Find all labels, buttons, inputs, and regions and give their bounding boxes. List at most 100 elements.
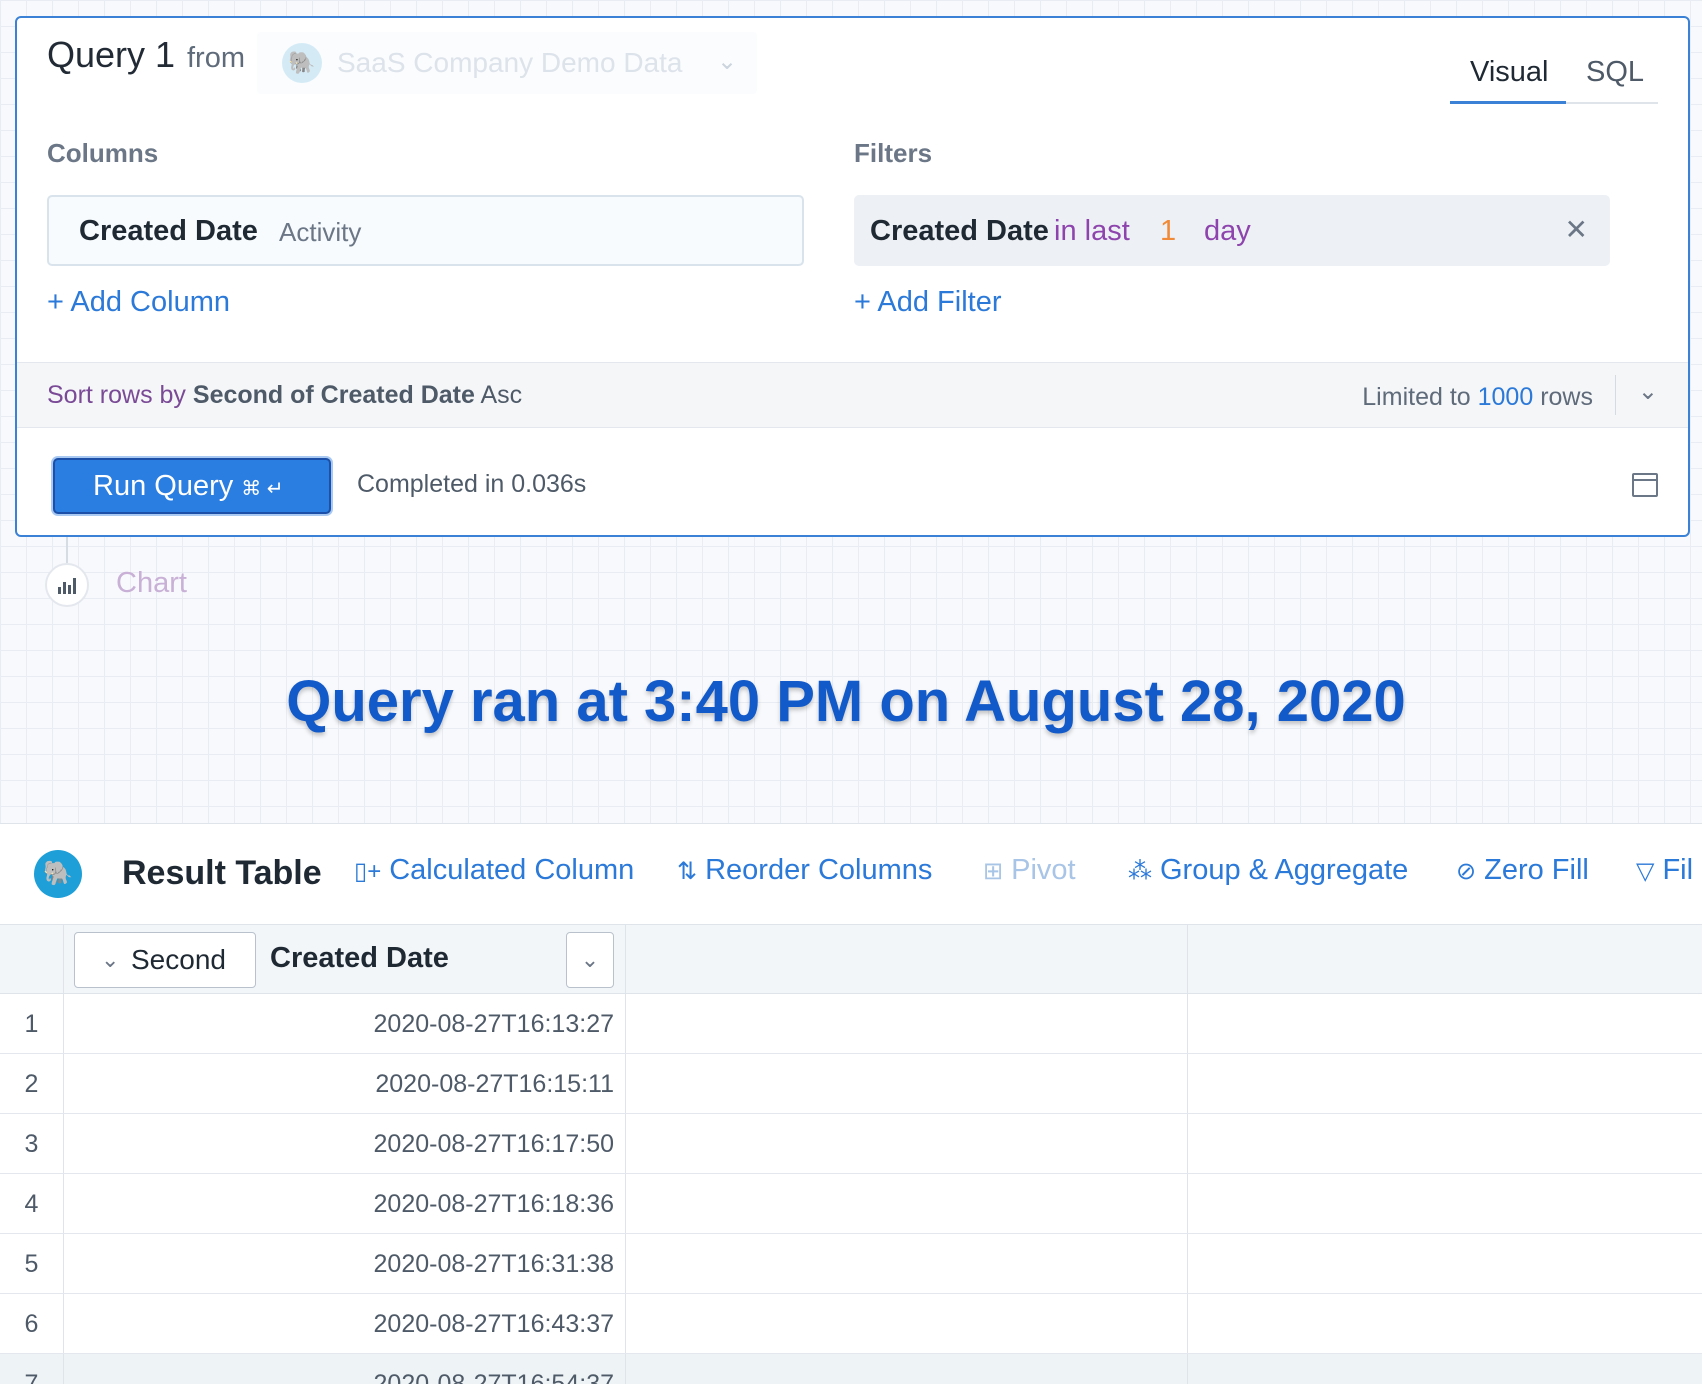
column-divider (625, 1114, 626, 1173)
limit-value: 1000 (1477, 383, 1534, 411)
table-row[interactable]: 2 2020-08-27T16:15:11 (0, 1054, 1702, 1114)
add-filter-button[interactable]: + Add Filter (854, 286, 1002, 319)
limit-suffix: rows (1540, 383, 1593, 411)
result-panel: 🐘 Result Table ▯+ Calculated Column ⇅ Reor… (0, 823, 1702, 1384)
row-number: 5 (24, 1250, 39, 1278)
sort-direction: Asc (480, 381, 523, 409)
chevron-down-icon[interactable]: ⌄ (1638, 377, 1658, 406)
chevron-down-icon: ⌄ (580, 947, 600, 972)
divider (1615, 375, 1616, 415)
filter-value[interactable]: 1 (1160, 215, 1176, 248)
cell-value: 2020-08-27T16:31:38 (373, 1250, 614, 1278)
chevron-down-icon: ⌄ (717, 48, 738, 75)
sort-bar: Sort rows by Second of Created Date Asc … (17, 362, 1688, 428)
table-row[interactable]: 3 2020-08-27T16:17:50 (0, 1114, 1702, 1174)
calculated-column-label: Calculated Column (389, 854, 635, 886)
run-status: Completed in 0.036s (357, 470, 587, 498)
datasource-select[interactable]: 🐘 SaaS Company Demo Data ⌄ (257, 32, 757, 94)
table-row[interactable]: 6 2020-08-27T16:43:37 (0, 1294, 1702, 1354)
columns-heading: Columns (47, 138, 159, 168)
column-divider (625, 1294, 626, 1353)
calculated-column-button[interactable]: ▯+ Calculated Column (354, 854, 634, 887)
filters-heading: Filters (854, 138, 933, 168)
column-divider (1187, 1234, 1188, 1293)
column-name: Created Date (79, 215, 258, 247)
row-number: 4 (24, 1190, 39, 1218)
row-number: 7 (24, 1370, 39, 1384)
time-group-label: Second (131, 944, 226, 975)
column-divider (1187, 1354, 1188, 1384)
filter-operator[interactable]: in last (1054, 215, 1130, 248)
table-row[interactable]: 1 2020-08-27T16:13:27 (0, 994, 1702, 1054)
table-row[interactable]: 7 2020-08-27T16:54:37 (0, 1354, 1702, 1384)
cell-value: 2020-08-27T16:18:36 (373, 1190, 614, 1218)
datasource-label: SaaS Company Demo Data (337, 47, 683, 78)
cell-value: 2020-08-27T16:54:37 (373, 1370, 614, 1384)
panel-toggle-icon[interactable] (1632, 473, 1658, 497)
tab-sql[interactable]: SQL (1586, 56, 1644, 89)
filter-button[interactable]: ▽ Fil (1636, 854, 1693, 887)
sort-prefix: Sort rows by (47, 381, 186, 409)
column-divider (1187, 1174, 1188, 1233)
query-card: Query 1 from 🐘 SaaS Company Demo Data ⌄ … (15, 16, 1690, 537)
chevron-down-icon: ⌄ (101, 947, 120, 972)
pivot-button[interactable]: ⊞ Pivot (983, 854, 1076, 887)
elephant-icon: 🐘 (282, 43, 322, 83)
column-divider (63, 925, 64, 993)
filter-chip[interactable]: Created Date in last 1 day ✕ (854, 195, 1610, 266)
column-chip[interactable]: Created Date Activity (47, 195, 804, 266)
table-row[interactable]: 4 2020-08-27T16:18:36 (0, 1174, 1702, 1234)
result-grid: ⌄ Second Created Date ⌄ 1 2020-08-27T16:… (0, 924, 1702, 1384)
pivot-icon: ⊞ (983, 858, 1004, 885)
column-divider (625, 994, 626, 1053)
add-column-button[interactable]: + Add Column (47, 286, 230, 319)
cell-value: 2020-08-27T16:13:27 (373, 1010, 614, 1038)
query-header: Query 1 from 🐘 SaaS Company Demo Data ⌄ … (17, 18, 1688, 118)
query-mode-tabs: Visual SQL (1450, 42, 1658, 104)
filter-icon: ▽ (1636, 858, 1655, 885)
keyboard-shortcut: ⌘ ↵ (241, 478, 284, 500)
result-title: Result Table (122, 854, 322, 892)
column-header: Created Date (270, 942, 449, 974)
column-divider (625, 1174, 626, 1233)
close-icon[interactable]: ✕ (1565, 213, 1588, 246)
result-toolbar: 🐘 Result Table ▯+ Calculated Column ⇅ Reor… (0, 824, 1702, 924)
reorder-columns-icon: ⇅ (677, 858, 698, 885)
table-row[interactable]: 5 2020-08-27T16:31:38 (0, 1234, 1702, 1294)
column-table: Activity (279, 217, 362, 247)
reorder-columns-label: Reorder Columns (705, 854, 933, 886)
pipeline-connector (66, 537, 68, 565)
row-number: 2 (24, 1070, 39, 1098)
grid-header-row: ⌄ Second Created Date ⌄ (0, 924, 1702, 994)
filter-field: Created Date (870, 215, 1049, 247)
zero-fill-button[interactable]: ⊘ Zero Fill (1456, 854, 1589, 887)
cell-value: 2020-08-27T16:15:11 (375, 1070, 614, 1098)
column-divider (1187, 994, 1188, 1053)
sort-description[interactable]: Sort rows by Second of Created Date Asc (47, 381, 522, 410)
cell-value: 2020-08-27T16:43:37 (373, 1310, 614, 1338)
calculated-column-icon: ▯+ (354, 858, 382, 885)
reorder-columns-button[interactable]: ⇅ Reorder Columns (677, 854, 932, 887)
group-aggregate-icon: ⁂ (1128, 858, 1152, 885)
column-divider (625, 1354, 626, 1384)
group-aggregate-button[interactable]: ⁂ Group & Aggregate (1128, 854, 1408, 887)
cell-value: 2020-08-27T16:17:50 (373, 1130, 614, 1158)
row-limit[interactable]: Limited to 1000 rows (1362, 383, 1593, 412)
from-label: from (187, 42, 245, 74)
bar-chart-icon[interactable] (45, 563, 89, 607)
query-timestamp-banner: Query ran at 3:40 PM on August 28, 2020 (286, 669, 1406, 734)
filter-unit[interactable]: day (1204, 215, 1251, 248)
filter-label: Fil (1662, 854, 1694, 886)
chart-step-label[interactable]: Chart (116, 567, 187, 600)
zero-fill-label: Zero Fill (1484, 854, 1589, 886)
column-menu-button[interactable]: ⌄ (566, 932, 614, 988)
time-group-select[interactable]: ⌄ Second (74, 932, 256, 988)
pivot-label: Pivot (1011, 854, 1076, 886)
tab-visual[interactable]: Visual (1470, 56, 1548, 89)
elephant-icon: 🐘 (34, 850, 82, 898)
query-title: Query 1 (47, 34, 176, 75)
group-aggregate-label: Group & Aggregate (1160, 854, 1409, 886)
run-query-label: Run Query (93, 470, 234, 502)
run-query-button[interactable]: Run Query ⌘ ↵ (53, 458, 331, 514)
column-divider (1187, 1054, 1188, 1113)
